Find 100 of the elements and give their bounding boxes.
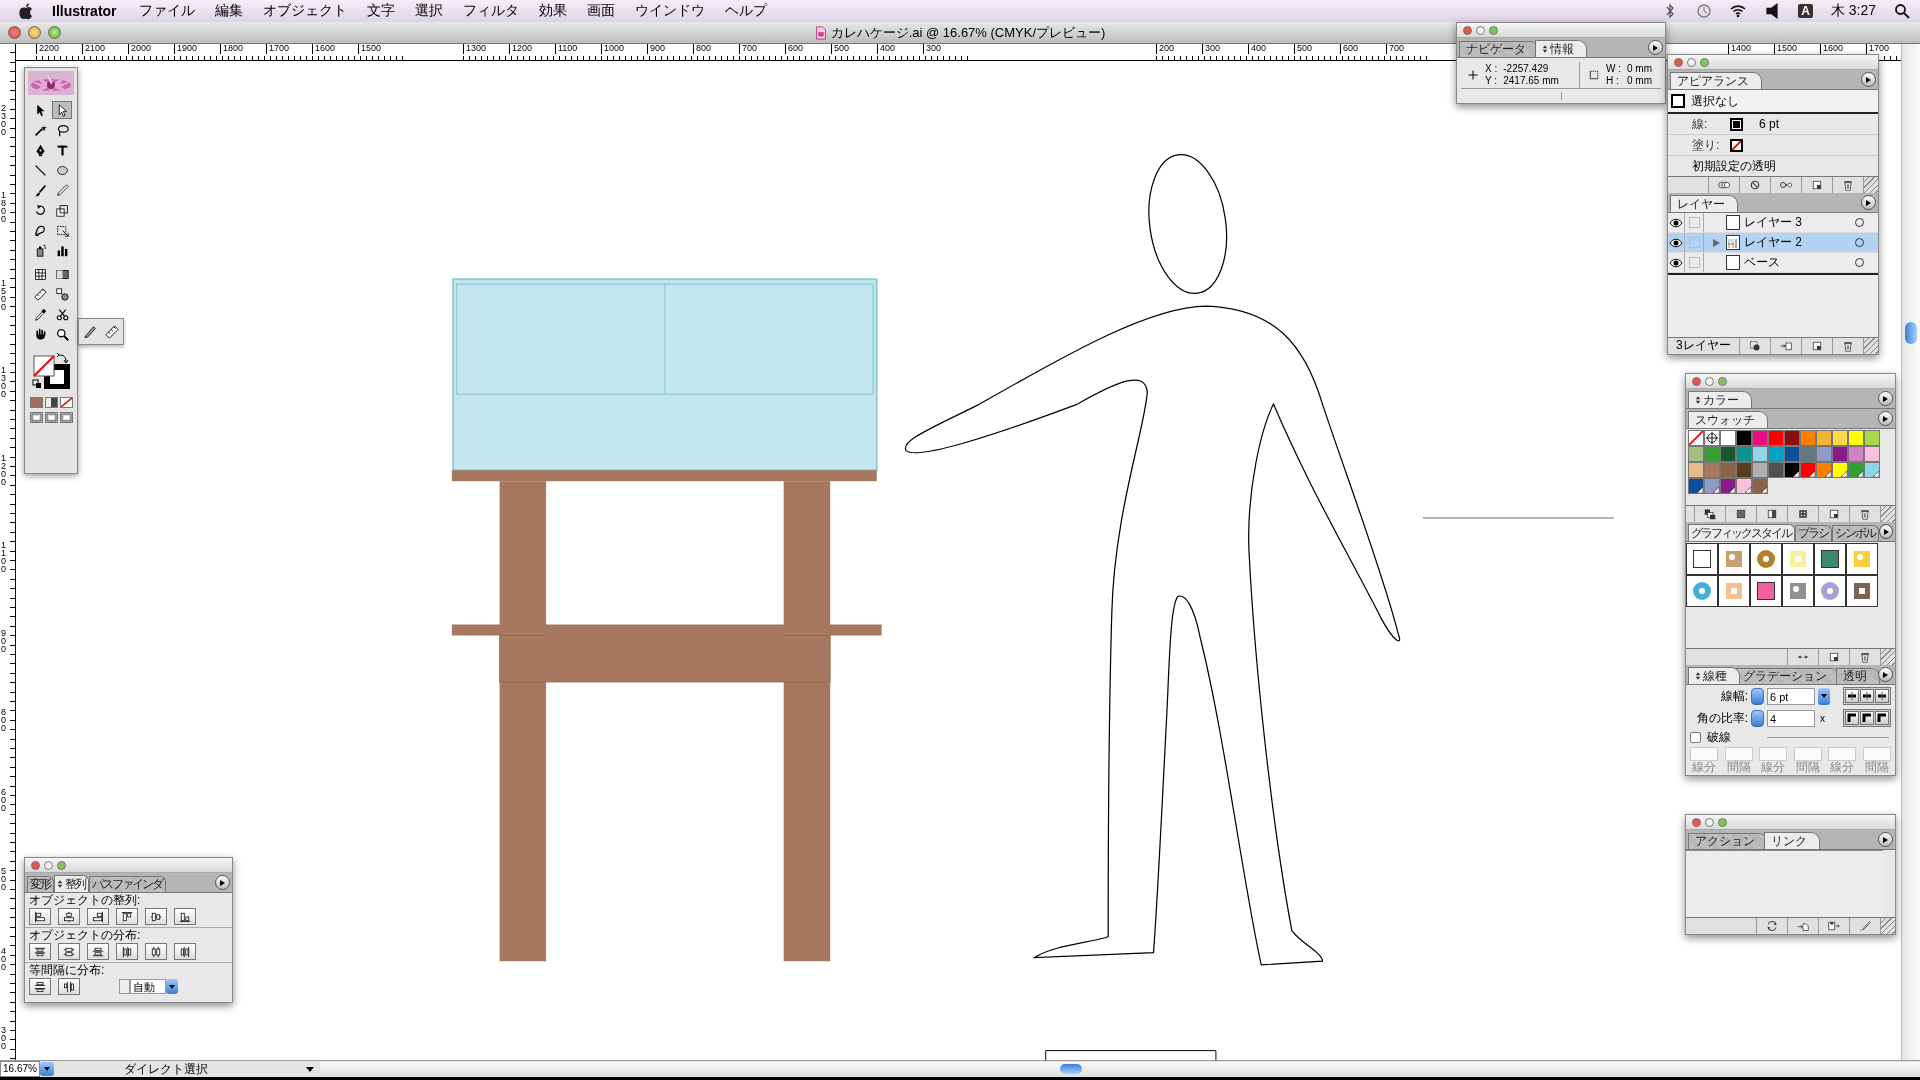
- dash-field-label: 間隔: [1864, 761, 1889, 773]
- ruler-label: 700: [1386, 44, 1432, 54]
- dash-field-label: 間隔: [1795, 761, 1820, 773]
- ruler-label: 400: [877, 44, 923, 54]
- w-value: 0 mm: [1627, 63, 1652, 75]
- x-value: -2257.429: [1503, 63, 1550, 75]
- weight-field[interactable]: 6 pt: [1767, 687, 1815, 705]
- ruler-label: 1300: [463, 44, 509, 54]
- ruler-label: 600: [0, 787, 7, 812]
- zoom-field[interactable]: 16.67%: [0, 1061, 40, 1077]
- miter-field[interactable]: 4: [1767, 709, 1815, 727]
- panel-tab[interactable]: リンク: [1764, 832, 1820, 849]
- ruler-label: 800: [0, 708, 7, 733]
- menu-item[interactable]: 文字: [366, 2, 395, 20]
- stroke-value: 6 pt: [1759, 117, 1779, 131]
- panel-tab[interactable]: シンボル: [1832, 525, 1879, 541]
- input-mode-indicator[interactable]: A: [1798, 4, 1813, 18]
- menu-item[interactable]: ヘルプ: [724, 2, 767, 20]
- panel-tab[interactable]: 情報: [1535, 40, 1587, 57]
- panel-tab[interactable]: パスファインダ: [89, 876, 166, 892]
- ruler-label: 2200: [36, 44, 82, 54]
- app-menu[interactable]: Illustrator: [52, 3, 117, 19]
- menu-item[interactable]: ウインドウ: [634, 2, 705, 20]
- ruler-label: 400: [1248, 44, 1294, 54]
- layer-row[interactable]: ベース: [1668, 253, 1878, 273]
- w-label: W :: [1606, 63, 1621, 75]
- panel-tab[interactable]: 変形: [27, 876, 54, 892]
- dash-field-label: 線分: [1830, 761, 1855, 773]
- ruler-label: 500: [0, 867, 7, 892]
- miter-unit: x: [1820, 712, 1825, 724]
- opacity-text: 初期設定の透明: [1692, 157, 1776, 175]
- ruler-label: 1300: [0, 366, 7, 399]
- spacing-field[interactable]: 自動: [130, 979, 166, 994]
- ruler-label: 2100: [82, 44, 128, 54]
- ruler-label: 1100: [555, 44, 601, 54]
- menu-bar-clock[interactable]: 木 3:27: [1830, 2, 1876, 20]
- menu-item[interactable]: オブジェクト: [262, 2, 347, 20]
- h-label: H :: [1606, 75, 1620, 87]
- ruler-label: 500: [831, 44, 877, 54]
- ruler-label: 300: [1202, 44, 1248, 54]
- layer-row[interactable]: レイヤー 2: [1668, 233, 1878, 253]
- menu-item[interactable]: ファイル: [138, 2, 195, 20]
- stroke-label: 線:: [1692, 115, 1709, 133]
- menu-item[interactable]: 効果: [538, 2, 567, 20]
- panel-tab[interactable]: 透明: [1836, 668, 1880, 684]
- ruler-label: 1500: [0, 278, 7, 311]
- ruler-label: 2000: [128, 44, 174, 54]
- ruler-label: 1000: [601, 44, 647, 54]
- ruler-label: 1200: [0, 453, 7, 486]
- ruler-label: 500: [1294, 44, 1340, 54]
- status-dropdown[interactable]: ダイレクト選択: [54, 1060, 320, 1078]
- ruler-label: 600: [785, 44, 831, 54]
- panel-tab[interactable]: 整列: [54, 875, 89, 892]
- panel-tab[interactable]: グラフィックスタイル: [1688, 524, 1795, 541]
- panel-tab[interactable]: ブラシ: [1795, 525, 1832, 541]
- panel-tab[interactable]: スウォッチ: [1688, 411, 1768, 428]
- fill-label: 塗り:: [1692, 136, 1720, 154]
- layer-name: レイヤー 2: [1744, 234, 1803, 251]
- ruler-label: 900: [0, 628, 7, 653]
- panel-tab[interactable]: レイヤー: [1670, 195, 1738, 212]
- ruler-label: 1900: [174, 44, 220, 54]
- ruler-label: 1200: [509, 44, 555, 54]
- panel-tab[interactable]: カラー: [1688, 391, 1752, 408]
- y-label: Y :: [1485, 75, 1498, 87]
- layer-name: ベース: [1744, 254, 1781, 271]
- ruler-label: 1100: [0, 541, 7, 574]
- dash-field-label: 線分: [1761, 761, 1786, 773]
- miter-label: 角の比率:: [1695, 709, 1748, 727]
- appearance-target: 選択なし: [1691, 92, 1739, 110]
- dashed-label: 破線: [1707, 728, 1731, 746]
- ruler-label: 900: [647, 44, 693, 54]
- ruler-label: 600: [1340, 44, 1386, 54]
- ruler-label: 700: [739, 44, 785, 54]
- ruler-label: 300: [923, 44, 969, 54]
- section-heading: オブジェクトの分布:: [25, 927, 232, 942]
- weight-label: 線幅:: [1719, 687, 1748, 705]
- panel-tab[interactable]: 線種: [1688, 667, 1740, 684]
- h-value: 0 mm: [1627, 75, 1652, 87]
- ruler-label: 1800: [0, 191, 7, 224]
- ruler-label: 1800: [220, 44, 266, 54]
- panel-tab[interactable]: アピアランス: [1670, 72, 1762, 89]
- dash-field-label: 線分: [1692, 761, 1717, 773]
- menu-item[interactable]: 編集: [214, 2, 243, 20]
- ruler-label: 2300: [0, 104, 7, 136]
- ruler-label: 1600: [312, 44, 358, 54]
- menu-item[interactable]: 選択: [414, 2, 443, 20]
- menu-item[interactable]: 画面: [586, 2, 615, 20]
- ruler-label: 800: [693, 44, 739, 54]
- ruler-label: 1500: [358, 44, 404, 54]
- window-title: カレハケージ.ai @ 16.67% (CMYK/プレビュー): [830, 23, 1106, 42]
- ruler-label: 400: [0, 946, 7, 971]
- ruler-label: 200: [1156, 44, 1202, 54]
- ruler-label: 300: [0, 1026, 7, 1050]
- layer-count: 3レイヤー: [1675, 338, 1731, 354]
- ruler-label: 1700: [266, 44, 312, 54]
- layer-name: レイヤー 3: [1744, 214, 1803, 231]
- section-heading: オブジェクトの整列:: [28, 893, 142, 907]
- x-label: X :: [1485, 63, 1498, 75]
- menu-item[interactable]: フィルタ: [462, 2, 519, 20]
- y-value: 2417.65 mm: [1503, 75, 1559, 87]
